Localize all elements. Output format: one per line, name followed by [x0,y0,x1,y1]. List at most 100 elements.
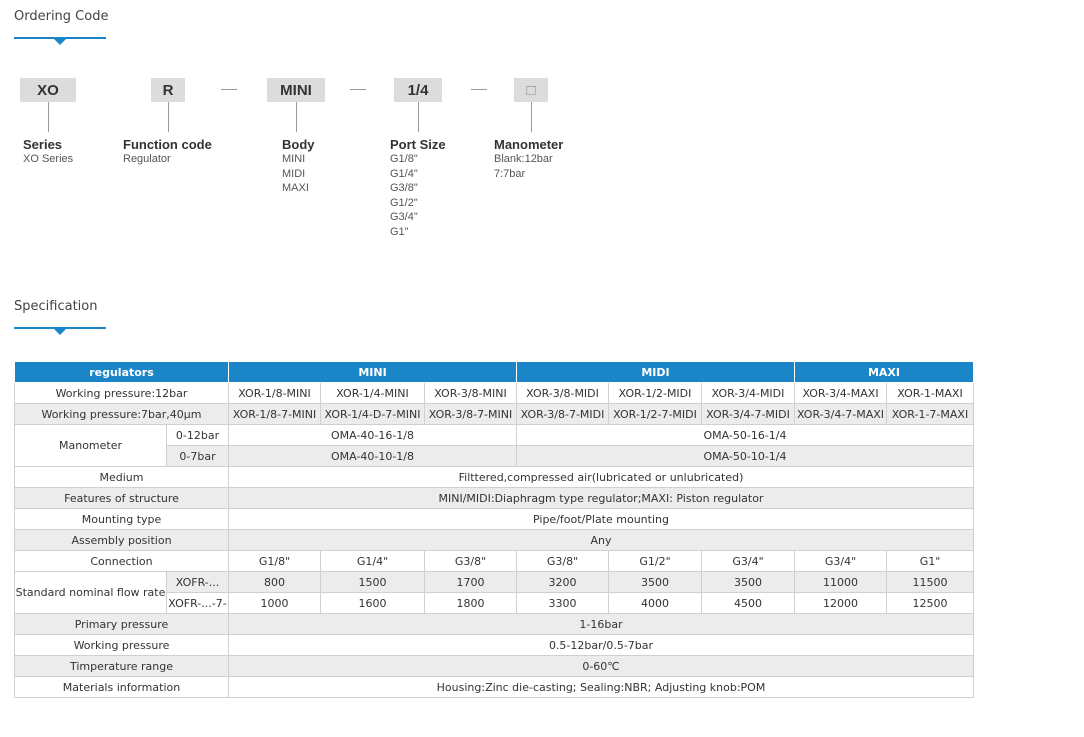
table-cell: G3/4" [701,550,795,572]
table-cell: XOR-1/2-7-MIDI [608,403,702,425]
row-label: Mounting type [14,508,229,530]
label-value: G1" [390,225,409,238]
table-cell: XOR-3/4-7-MIDI [701,403,795,425]
table-cell: 3200 [516,571,609,593]
table-row: Timperature range 0-60℃ [14,655,974,677]
label-value: MAXI [282,182,309,194]
row-label: Working pressure [14,634,229,656]
row-label: Timperature range [14,655,229,677]
table-cell: XOR-3/8-7-MIDI [516,403,609,425]
row-label: Manometer [14,424,167,467]
table-cell: 1000 [228,592,321,614]
table-row: Medium Filttered,compressed air(lubricat… [14,466,974,488]
table-cell: 0.5-12bar/0.5-7bar [228,634,974,656]
label-value: G3/4" [390,211,418,223]
table-cell: 1700 [424,571,517,593]
table-cell: 4000 [608,592,702,614]
row-label: Working pressure:7bar,40μm [14,403,229,425]
table-cell: Filttered,compressed air(lubricated or u… [228,466,974,488]
table-row: Connection G1/8" G1/4" G3/8" G3/8" G1/2"… [14,550,974,572]
table-cell: XOR-3/8-MIDI [516,382,609,404]
row-sublabel: XOFR-... [166,571,229,593]
table-row: Features of structure MINI/MIDI:Diaphrag… [14,487,974,509]
table-cell: Housing:Zinc die-casting; Sealing:NBR; A… [228,676,974,698]
caret-down-icon [54,329,66,335]
row-sublabel: 0-12bar [166,424,229,446]
label-value: MIDI [282,167,306,180]
table-cell: G1/8" [228,550,321,572]
table-cell: 1500 [320,571,425,593]
row-label: Connection [14,550,229,572]
table-cell: 11000 [794,571,887,593]
table-cell: OMA-40-16-1/8 [228,424,517,446]
label-port-size: Port Size G1/8" G1/4" G3/8" G1/2" G3/4" … [390,137,446,239]
code-box-function: R [151,78,185,102]
dash-separator [221,89,237,90]
row-label: Working pressure:12bar [14,382,229,404]
table-row: Primary pressure 1-16bar [14,613,974,635]
connector-line [48,102,49,132]
row-label: Assembly position [14,529,229,551]
label-heading: Series [23,137,63,152]
table-cell: XOR-1/2-MIDI [608,382,702,404]
table-cell: 3300 [516,592,609,614]
table-cell: G1/2" [608,550,702,572]
connector-line [418,102,419,132]
label-heading: Port Size [390,137,446,152]
header-midi: MIDI [516,361,795,383]
table-cell: MINI/MIDI:Diaphragm type regulator;MAXI:… [228,487,974,509]
connector-line [531,102,532,132]
table-cell: OMA-50-16-1/4 [516,424,974,446]
table-row: Manometer 0-12bar OMA-40-16-1/8 OMA-50-1… [14,424,974,467]
ordering-code-title: Ordering Code [14,9,109,24]
label-value: G3/8" [390,182,418,194]
label-body: Body MINI MIDI MAXI [282,137,315,196]
row-sublabel: XOFR-...-7- [166,592,229,614]
code-box-body: MINI [267,78,325,102]
label-value: Regulator [123,153,171,165]
table-cell: 0-60℃ [228,655,974,677]
table-cell: 12500 [886,592,974,614]
specification-table: regulators MINI MIDI MAXI Working pressu… [14,361,974,698]
label-function-code: Function code Regulator [123,137,212,167]
table-cell: G1/4" [320,550,425,572]
table-cell: Any [228,529,974,551]
table-row: Mounting type Pipe/foot/Plate mounting [14,508,974,530]
table-cell: XOR-1/4-D-7-MINI [320,403,425,425]
label-heading: Body [282,137,315,152]
table-row: Working pressure 0.5-12bar/0.5-7bar [14,634,974,656]
label-value: G1/2" [390,196,418,209]
connector-line [296,102,297,132]
table-row: Standard nominal flow rate XOFR-... 800 … [14,571,974,614]
table-cell: XOR-3/8-7-MINI [424,403,517,425]
table-cell: XOR-1-7-MAXI [886,403,974,425]
label-value: Blank:12bar [494,153,553,165]
label-heading: Manometer [494,137,564,152]
table-row: Working pressure:12bar XOR-1/8-MINI XOR-… [14,382,974,404]
table-cell: 11500 [886,571,974,593]
table-cell: XOR-3/8-MINI [424,382,517,404]
row-label: Primary pressure [14,613,229,635]
row-label: Features of structure [14,487,229,509]
table-cell: 3500 [701,571,795,593]
label-value: G1/8" [390,153,418,165]
code-box-port-size: 1/4 [394,78,442,102]
label-value: XO Series [23,153,74,165]
caret-down-icon [54,39,66,45]
table-cell: 3500 [608,571,702,593]
table-cell: 1600 [320,592,425,614]
header-regulators: regulators [14,361,229,383]
row-label: Materials information [14,676,229,698]
table-cell: Pipe/foot/Plate mounting [228,508,974,530]
table-row: Assembly position Any [14,529,974,551]
label-series: Series XO Series [23,137,73,167]
table-cell: G3/4" [794,550,887,572]
table-cell: XOR-3/4-MIDI [701,382,795,404]
table-cell: 12000 [794,592,887,614]
table-cell: XOR-3/4-7-MAXI [794,403,887,425]
table-cell: XOR-1/4-MINI [320,382,425,404]
table-cell: 4500 [701,592,795,614]
row-label: Standard nominal flow rate [14,571,167,614]
connector-line [168,102,169,132]
code-box-manometer: □ [514,78,548,102]
